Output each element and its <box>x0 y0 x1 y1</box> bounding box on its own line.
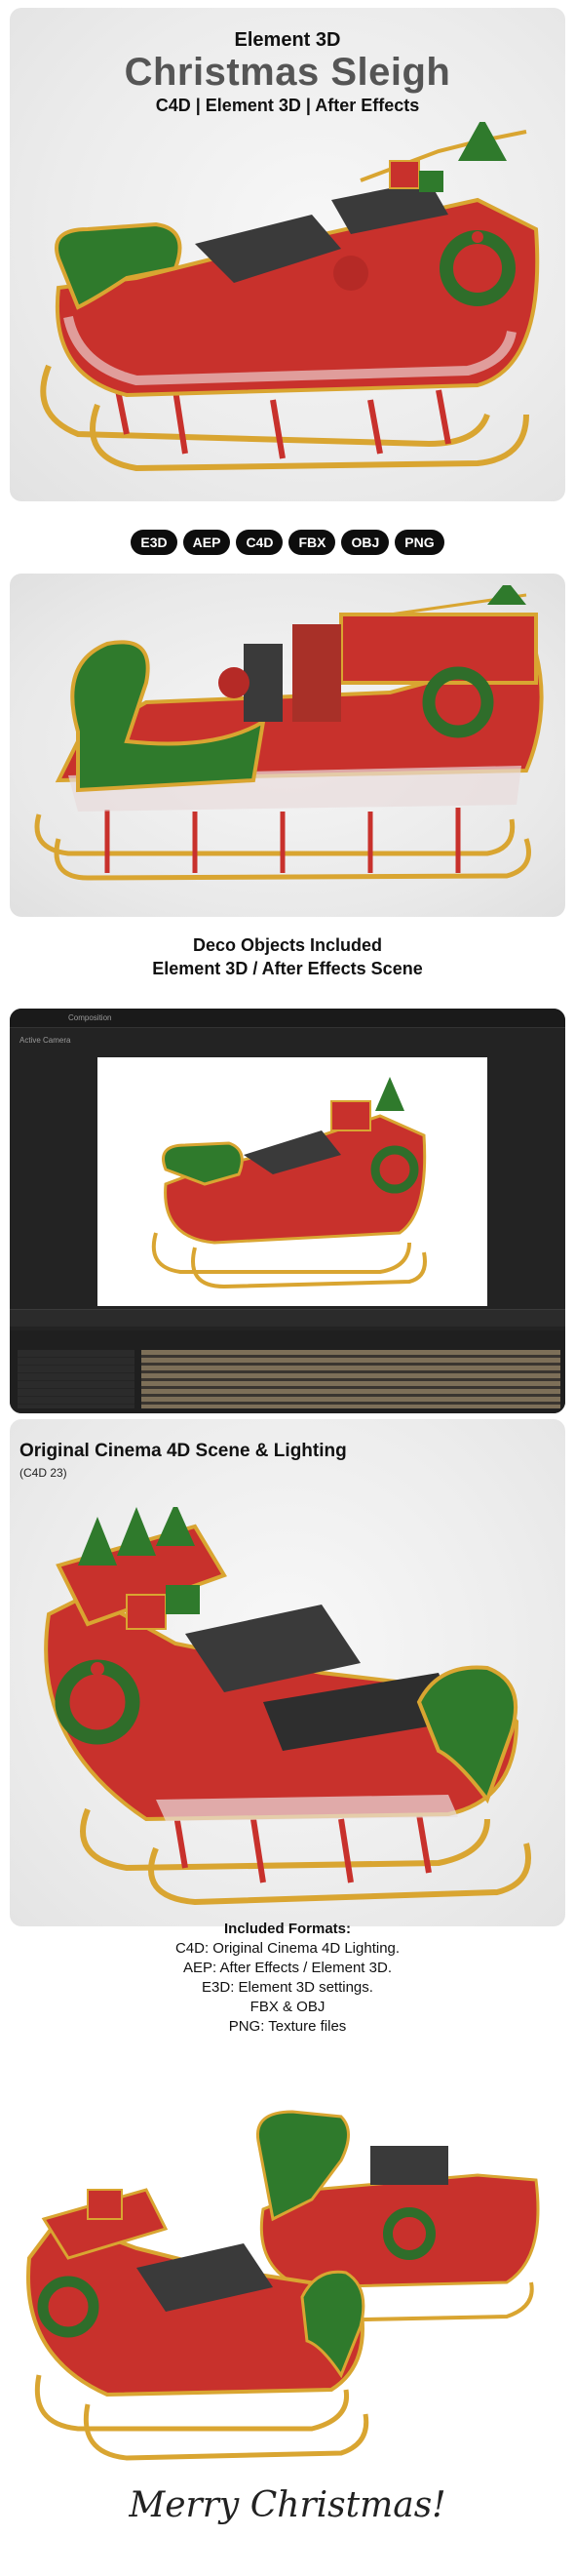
deco-caption-line2: Element 3D / After Effects Scene <box>152 959 423 978</box>
c4d-caption-version: (C4D 23) <box>19 1466 67 1480</box>
hero-sleigh-image <box>40 122 540 472</box>
format-line-aep: AEP: After Effects / Element 3D. <box>183 1960 392 1976</box>
formats-list: Included Formats: C4D: Original Cinema 4… <box>0 1920 575 2037</box>
ae-viewer-toolbar[interactable] <box>10 1309 565 1327</box>
eyebrow-title: Element 3D <box>234 29 341 51</box>
c4d-caption: Original Cinema 4D Scene & Lighting (C4D… <box>19 1441 347 1480</box>
formats-heading: Included Formats: <box>223 1921 351 1937</box>
format-line-c4d: C4D: Original Cinema 4D Lighting. <box>174 1940 401 1957</box>
c4d-caption-title: Original Cinema 4D Scene & Lighting <box>19 1441 347 1461</box>
deco-caption: Deco Objects Included Element 3D / After… <box>0 933 575 980</box>
ae-comp-viewer <box>97 1057 487 1306</box>
ae-sleigh-render <box>151 1077 427 1289</box>
format-line-fbx: FBX & OBJ <box>249 1999 326 2015</box>
format-line-e3d: E3D: Element 3D settings. <box>202 1979 373 1996</box>
format-badges: E3D AEP C4D FBX OBJ PNG <box>0 530 575 555</box>
ae-menu-bar: Composition <box>10 1009 565 1028</box>
badge-png: PNG <box>395 530 444 555</box>
ae-layer-list[interactable] <box>18 1350 134 1408</box>
badge-aep: AEP <box>182 530 231 555</box>
two-sleighs-image <box>26 2110 540 2461</box>
ae-menu-label: Composition <box>68 1013 112 1022</box>
badge-fbx: FBX <box>288 530 336 555</box>
format-line-png: PNG: Texture files <box>228 2018 347 2035</box>
ae-comp-tab: Active Camera <box>19 1036 71 1045</box>
c4d-sleigh-image <box>44 1507 531 1906</box>
ae-layer-tracks[interactable] <box>141 1350 560 1408</box>
subtitle: C4D | Element 3D | After Effects <box>155 96 420 115</box>
deco-caption-line1: Deco Objects Included <box>192 935 383 955</box>
merry-christmas-text: Merry Christmas! <box>129 2485 446 2525</box>
side-sleigh-image <box>34 585 544 881</box>
badge-e3d: E3D <box>131 530 177 555</box>
badge-obj: OBJ <box>341 530 390 555</box>
badge-c4d: C4D <box>236 530 284 555</box>
ae-screenshot-panel: Composition Active Camera <box>10 1009 565 1413</box>
main-title: Christmas Sleigh <box>124 51 451 94</box>
